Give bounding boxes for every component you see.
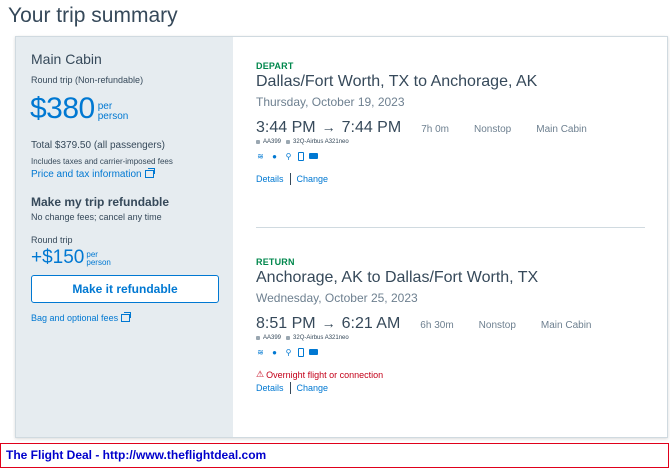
- refund-price: +$150: [31, 247, 85, 268]
- leg-date: Wednesday, October 25, 2023: [256, 291, 418, 305]
- price-tax-link-label: Price and tax information: [31, 169, 142, 180]
- divider: [289, 382, 291, 394]
- price-row: $380 per person: [30, 93, 128, 125]
- return-leg: RETURN Anchorage, AK to Dallas/Fort Wort…: [256, 257, 656, 394]
- refund-title: Make my trip refundable: [31, 195, 170, 209]
- person-label: person: [97, 111, 129, 122]
- leg-label: RETURN: [256, 257, 295, 267]
- power-icon: ●: [272, 151, 277, 161]
- flight-info: AA399 32Q-Airbus A321neo: [256, 335, 656, 341]
- bullet-icon: [286, 336, 291, 340]
- duration: 7h 0m: [421, 124, 449, 135]
- total-price: Total $379.50 (all passengers): [31, 140, 165, 151]
- bullet-icon: [256, 140, 260, 144]
- warning-icon: ⚠: [256, 369, 265, 379]
- price-per-person: $380: [30, 92, 95, 125]
- page-title: Your trip summary: [8, 4, 178, 27]
- amenities: ≋ ● ⚲: [256, 347, 656, 357]
- arrow-right-icon: →: [321, 315, 336, 331]
- change-link[interactable]: Change: [297, 174, 329, 184]
- trip-type: Round trip (Non-refundable): [31, 75, 144, 85]
- trip-summary-card: Main Cabin Round trip (Non-refundable) $…: [15, 36, 668, 438]
- time-row: 3:44 PM → 7:44 PM 7h 0m Nonstop Main Cab…: [256, 119, 656, 137]
- fare-panel: Main Cabin Round trip (Non-refundable) $…: [16, 37, 233, 437]
- tv-icon: [309, 153, 318, 159]
- external-link-icon: [121, 312, 132, 322]
- details-link[interactable]: Details: [256, 174, 284, 184]
- wifi-icon: ≋: [257, 151, 264, 161]
- phone-icon: [298, 151, 304, 161]
- flight-number: AA399: [263, 335, 282, 341]
- aircraft: 32Q-Airbus A321neo: [293, 335, 349, 341]
- footer-credit: The Flight Deal - http://www.theflightde…: [0, 443, 669, 468]
- depart-time: 8:51 PM: [256, 315, 316, 332]
- refund-description: No change fees; cancel any time: [31, 212, 162, 222]
- arrive-time: 7:44 PM: [341, 119, 402, 136]
- aircraft: 32Q-Airbus A321neo: [293, 139, 349, 145]
- leg-actions: Details Change: [256, 382, 656, 394]
- depart-time: 3:44 PM: [256, 119, 316, 136]
- arrive-time: 6:21 AM: [341, 315, 401, 332]
- stops: Nonstop: [478, 320, 516, 331]
- bag-fees-link-label: Bag and optional fees: [31, 313, 119, 323]
- external-link-icon: [144, 168, 155, 178]
- leg-route: Anchorage, AK to Dallas/Fort Worth, TX: [256, 269, 539, 286]
- leg-actions: Details Change: [256, 173, 656, 185]
- leg-route: Dallas/Fort Worth, TX to Anchorage, AK: [256, 73, 538, 90]
- itinerary-panel: DEPART Dallas/Fort Worth, TX to Anchorag…: [233, 37, 668, 437]
- bag-fees-link[interactable]: Bag and optional fees: [31, 312, 132, 323]
- usb-icon: ⚲: [285, 347, 292, 357]
- tv-icon: [309, 349, 318, 355]
- arrow-right-icon: →: [321, 119, 336, 135]
- depart-leg: DEPART Dallas/Fort Worth, TX to Anchorag…: [256, 61, 656, 185]
- includes-taxes-note: Includes taxes and carrier-imposed fees: [31, 157, 173, 166]
- bullet-icon: [286, 140, 291, 144]
- details-link[interactable]: Details: [256, 383, 284, 393]
- warning-text: Overnight flight or connection: [266, 369, 384, 380]
- refund-person-label: person: [86, 258, 111, 267]
- power-icon: ●: [272, 347, 277, 357]
- amenities: ≋ ● ⚲: [256, 151, 656, 161]
- cabin: Main Cabin: [536, 124, 587, 135]
- cabin-name: Main Cabin: [31, 51, 102, 67]
- bullet-icon: [256, 336, 260, 340]
- leg-divider: [256, 227, 645, 228]
- duration: 6h 30m: [420, 320, 454, 331]
- refund-price-row: +$150 per person: [31, 248, 111, 268]
- flight-number: AA399: [263, 139, 282, 145]
- stops: Nonstop: [473, 124, 512, 135]
- phone-icon: [298, 347, 304, 357]
- refund-trip-label: Round trip: [31, 235, 73, 245]
- wifi-icon: ≋: [257, 347, 264, 357]
- change-link[interactable]: Change: [297, 383, 329, 393]
- usb-icon: ⚲: [285, 151, 292, 161]
- divider: [289, 173, 291, 185]
- leg-label: DEPART: [256, 61, 294, 71]
- per-person-label: per person: [98, 102, 129, 122]
- cabin: Main Cabin: [540, 320, 592, 331]
- leg-date: Thursday, October 19, 2023: [256, 95, 405, 109]
- make-refundable-button[interactable]: Make it refundable: [31, 275, 219, 303]
- overnight-warning: ⚠ Overnight flight or connection: [256, 369, 656, 380]
- refund-per-person: per person: [86, 251, 110, 267]
- flight-info: AA399 32Q-Airbus A321neo: [256, 139, 656, 145]
- time-row: 8:51 PM → 6:21 AM 6h 30m Nonstop Main Ca…: [256, 315, 656, 333]
- price-tax-link[interactable]: Price and tax information: [31, 168, 155, 180]
